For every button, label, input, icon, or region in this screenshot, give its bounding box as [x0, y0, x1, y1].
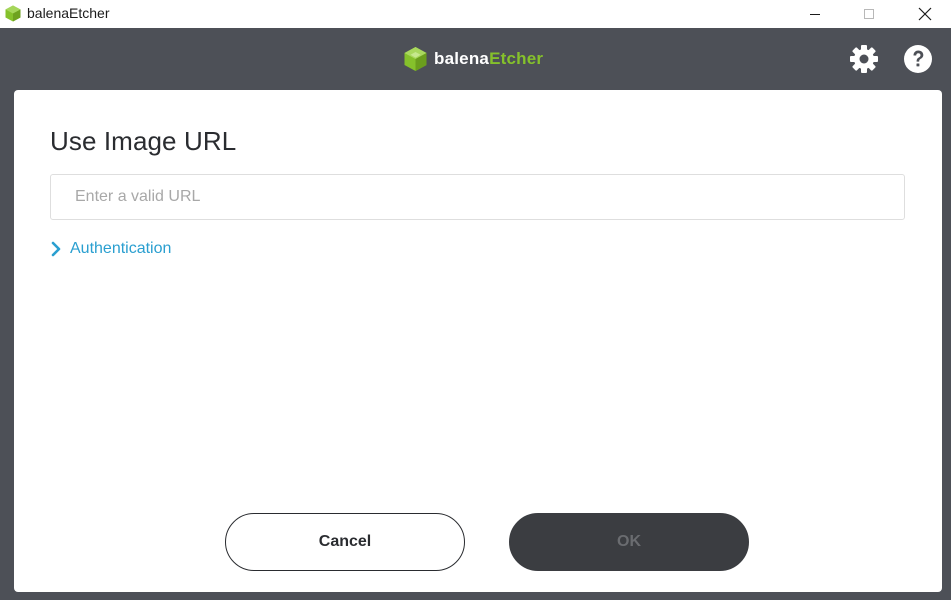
- brand-text-etcher: Etcher: [489, 49, 544, 68]
- window-title: balenaEtcher: [27, 5, 110, 21]
- close-icon: [918, 7, 932, 21]
- authentication-label: Authentication: [70, 240, 172, 257]
- modal-title: Use Image URL: [50, 126, 237, 156]
- brand-logo: balena Etcher: [403, 46, 543, 72]
- close-window-button[interactable]: [902, 0, 948, 28]
- window-titlebar: balenaEtcher: [0, 0, 951, 28]
- minimize-button[interactable]: [792, 0, 838, 28]
- settings-button[interactable]: [849, 44, 879, 74]
- help-button[interactable]: [903, 44, 933, 74]
- minimize-icon: [810, 14, 820, 15]
- authentication-toggle[interactable]: Authentication: [50, 240, 171, 258]
- brand-text-balena: balena: [434, 49, 490, 68]
- etcher-app-icon: [5, 5, 21, 22]
- balena-cube-icon: [404, 47, 427, 71]
- app-header: balena Etcher: [0, 28, 951, 90]
- chevron-right-icon: [51, 241, 61, 257]
- ok-button[interactable]: OK: [509, 513, 749, 571]
- image-url-modal: Use Image URL Authentication Cancel OK: [14, 90, 942, 592]
- url-input[interactable]: [50, 174, 905, 220]
- maximize-button[interactable]: [846, 0, 892, 28]
- help-icon: [904, 45, 932, 73]
- maximize-icon: [864, 9, 874, 19]
- cancel-button[interactable]: Cancel: [225, 513, 465, 571]
- gear-icon: [850, 45, 878, 73]
